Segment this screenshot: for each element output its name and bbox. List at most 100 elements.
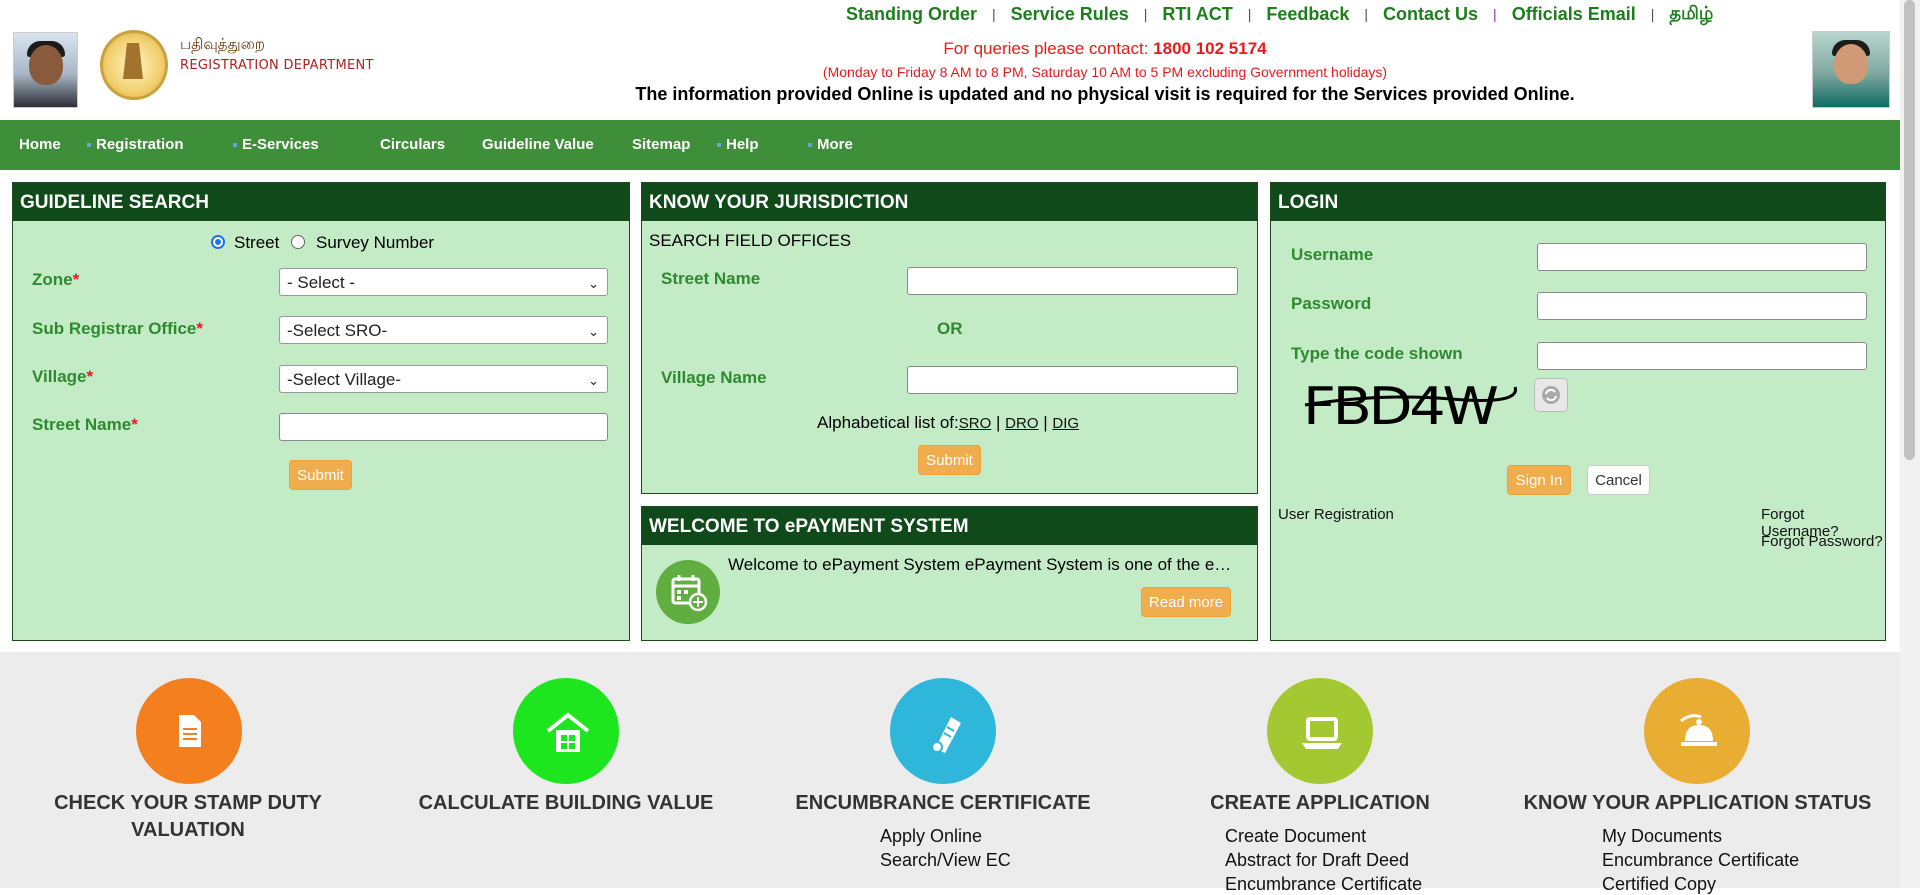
village-label: Village* (32, 367, 94, 386)
street-name-label: Street Name* (32, 415, 138, 434)
page-scrollbar[interactable] (1900, 0, 1920, 888)
jur-street-name-input[interactable] (907, 267, 1238, 295)
scrollbar-thumb[interactable] (1904, 0, 1915, 460)
link-service-rules[interactable]: Service Rules (1011, 4, 1129, 25)
nav-circulars[interactable]: Circulars (380, 120, 445, 170)
radio-survey-label: Survey Number (316, 233, 435, 252)
login-title: LOGIN (1271, 183, 1885, 221)
services-section: CHECK YOUR STAMP DUTY VALUATION CALCULATE… (0, 652, 1900, 894)
application-status-circle[interactable] (1644, 678, 1750, 784)
jur-village-name-input[interactable] (907, 366, 1238, 394)
helpline-number: 1800 102 5174 (1153, 39, 1267, 58)
username-input[interactable] (1537, 243, 1867, 271)
department-name-tamil: பதிவுத்துறை (180, 36, 265, 53)
main-nav: Home Registration E-Services Circulars G… (0, 120, 1900, 170)
guideline-search-title: GUIDELINE SEARCH (13, 183, 629, 221)
chevron-down-icon: ⌄ (588, 324, 599, 339)
guideline-submit-button[interactable]: Submit (289, 460, 352, 490)
building-value-title[interactable]: CALCULATE BUILDING VALUE (396, 792, 736, 815)
nav-e-services[interactable]: E-Services (233, 120, 319, 170)
create-document-link[interactable]: Create Document (1225, 826, 1366, 847)
stamp-duty-circle[interactable] (136, 678, 242, 784)
abstract-draft-deed-link[interactable]: Abstract for Draft Deed (1225, 850, 1409, 871)
encumbrance-title[interactable]: ENCUMBRANCE CERTIFICATE (783, 792, 1103, 815)
alphabetical-list: Alphabetical list of:SRO | DRO | DIG (817, 413, 1080, 432)
captcha-label: Type the code shown (1291, 344, 1463, 363)
username-label: Username (1291, 245, 1374, 264)
link-standing-order[interactable]: Standing Order (846, 4, 977, 25)
state-emblem-logo (100, 30, 168, 100)
cancel-button[interactable]: Cancel (1587, 465, 1650, 495)
captcha-image: FBD4W (1301, 373, 1517, 433)
nav-more[interactable]: More (808, 120, 853, 170)
link-tamil-language[interactable]: தமிழ் (1669, 3, 1713, 26)
service-bell-icon (1680, 714, 1717, 746)
link-dro[interactable]: DRO (1005, 415, 1038, 432)
link-sro[interactable]: SRO (959, 415, 992, 432)
create-ec-link[interactable]: Encumbrance Certificate (1225, 874, 1422, 895)
department-name-english: REGISTRATION DEPARTMENT (180, 58, 374, 73)
laptop-icon (1302, 717, 1342, 749)
online-notice: The information provided Online is updat… (635, 84, 1575, 104)
link-officials-email[interactable]: Officials Email (1512, 4, 1636, 25)
login-panel: LOGIN Username Password Type the code sh… (1270, 182, 1886, 641)
captcha-input[interactable] (1537, 342, 1867, 370)
stamp-duty-title[interactable]: CHECK YOUR STAMP DUTY VALUATION (38, 792, 338, 842)
office-hours: (Monday to Friday 8 AM to 8 PM, Saturday… (822, 64, 1388, 80)
link-rti-act[interactable]: RTI ACT (1162, 4, 1232, 25)
ec-search-view-link[interactable]: Search/View EC (880, 850, 1011, 871)
link-dig[interactable]: DIG (1052, 415, 1079, 432)
link-feedback[interactable]: Feedback (1266, 4, 1349, 25)
document-icon (179, 715, 201, 747)
radio-street[interactable] (211, 235, 225, 249)
radio-survey-number[interactable] (291, 235, 305, 249)
guideline-search-panel: GUIDELINE SEARCH Street Survey Number Zo… (12, 182, 630, 641)
chevron-down-icon: ⌄ (588, 373, 599, 388)
contact-info: For queries please contact: 1800 102 517… (943, 39, 1267, 58)
refresh-captcha-icon[interactable] (1534, 378, 1568, 412)
village-select[interactable]: -Select Village- ⌄ (279, 365, 608, 393)
password-input[interactable] (1537, 292, 1867, 320)
top-links: Standing Order | Service Rules | RTI ACT… (846, 2, 1714, 26)
sro-select[interactable]: -Select SRO- ⌄ (279, 316, 608, 344)
user-registration-link[interactable]: User Registration (1278, 506, 1394, 523)
create-application-circle[interactable] (1267, 678, 1373, 784)
jurisdiction-submit-button[interactable]: Submit (918, 445, 981, 475)
nav-registration[interactable]: Registration (87, 120, 184, 170)
building-value-circle[interactable] (513, 678, 619, 784)
password-label: Password (1291, 294, 1372, 313)
zone-label: Zone* (32, 270, 80, 289)
nav-guideline-value[interactable]: Guideline Value (482, 120, 594, 170)
create-application-title[interactable]: CREATE APPLICATION (1170, 792, 1470, 815)
forgot-password-link[interactable]: Forgot Password? (1761, 533, 1883, 550)
nav-home[interactable]: Home (19, 120, 61, 170)
application-status-title[interactable]: KNOW YOUR APPLICATION STATUS (1515, 792, 1880, 815)
calendar-icon (656, 560, 720, 624)
jur-village-name-label: Village Name (661, 368, 767, 387)
nav-sitemap[interactable]: Sitemap (632, 120, 690, 170)
chevron-down-icon: ⌄ (588, 276, 599, 291)
street-name-input[interactable] (279, 413, 608, 441)
jurisdiction-panel: KNOW YOUR JURISDICTION SEARCH FIELD OFFI… (641, 182, 1258, 494)
zone-select[interactable]: - Select - ⌄ (279, 268, 608, 296)
epayment-text: Welcome to ePayment System ePayment Syst… (728, 555, 1232, 574)
my-documents-link[interactable]: My Documents (1602, 826, 1722, 847)
search-field-offices: SEARCH FIELD OFFICES (649, 231, 852, 250)
read-more-button[interactable]: Read more (1141, 587, 1231, 617)
house-icon (546, 712, 590, 752)
epayment-title: WELCOME TO ePAYMENT SYSTEM (642, 507, 1257, 545)
ec-apply-online-link[interactable]: Apply Online (880, 826, 982, 847)
nav-help[interactable]: Help (717, 120, 759, 170)
jur-street-name-label: Street Name (661, 269, 761, 288)
link-contact-us[interactable]: Contact Us (1383, 4, 1478, 25)
encumbrance-circle[interactable] (890, 678, 996, 784)
sign-in-button[interactable]: Sign In (1507, 465, 1571, 495)
jurisdiction-title: KNOW YOUR JURISDICTION (642, 183, 1257, 221)
certified-copy-link[interactable]: Certified Copy (1602, 874, 1716, 895)
chief-minister-photo (13, 32, 78, 108)
epayment-panel: WELCOME TO ePAYMENT SYSTEM Welcome to eP… (641, 506, 1258, 641)
scroll-icon (931, 717, 961, 753)
radio-street-label: Street (234, 233, 280, 252)
status-ec-link[interactable]: Encumbrance Certificate (1602, 850, 1799, 871)
sro-label: Sub Registrar Office* (32, 319, 203, 338)
